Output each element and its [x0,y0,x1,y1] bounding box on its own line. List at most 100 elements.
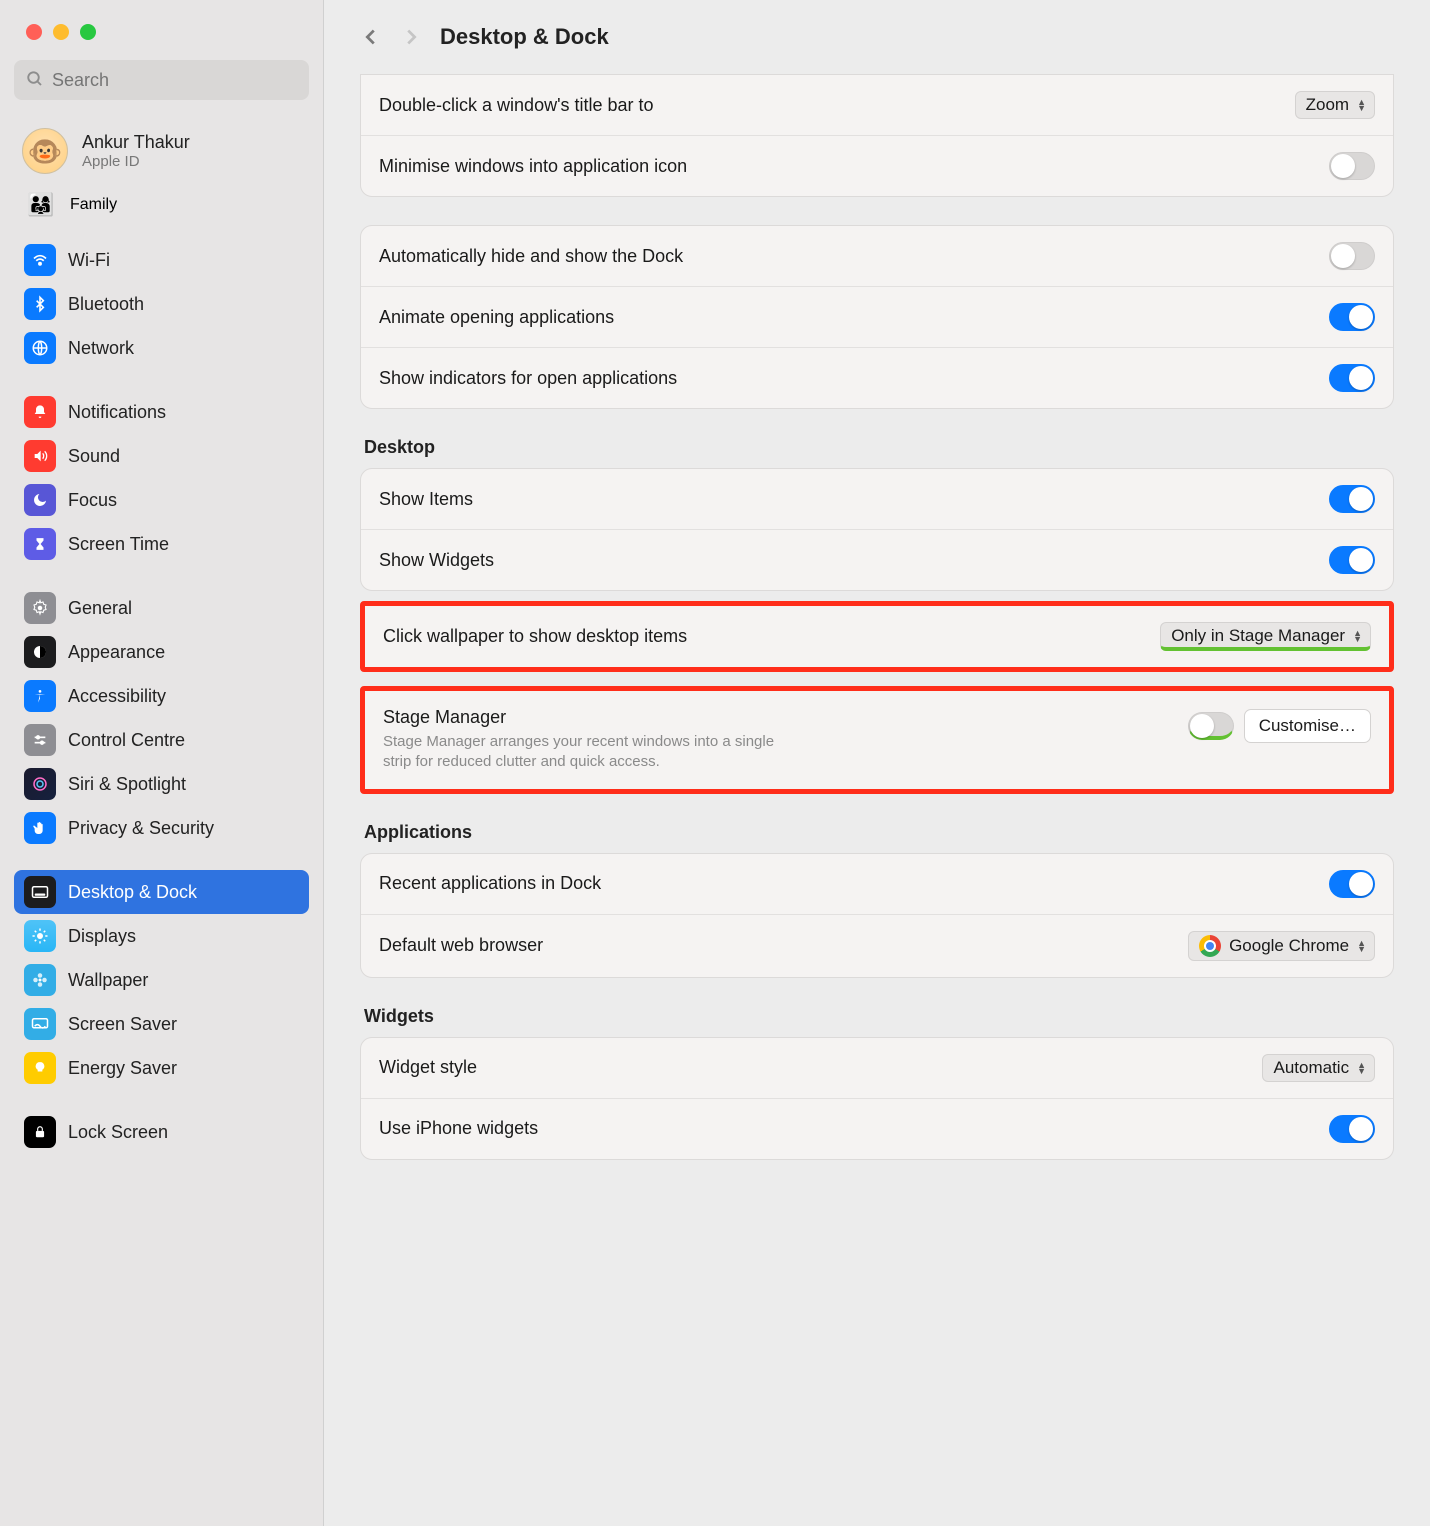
sidebar-item-focus[interactable]: Focus [14,478,309,522]
applications-panel: Recent applications in Dock Default web … [360,853,1394,978]
sidebar-item-wifi[interactable]: Wi-Fi [14,238,309,282]
hourglass-icon [24,528,56,560]
label: Show Items [379,489,1329,510]
row-click-wallpaper: Click wallpaper to show desktop items On… [365,606,1389,667]
sidebar-item-label: Accessibility [68,686,166,707]
flower-icon [24,964,56,996]
chrome-icon [1199,935,1221,957]
sidebar-item-label: Privacy & Security [68,818,214,839]
sidebar-item-energy[interactable]: Energy Saver [14,1046,309,1090]
show-items-toggle[interactable] [1329,485,1375,513]
avatar: 🐵 [22,128,68,174]
sidebar-item-screensaver[interactable]: Screen Saver [14,1002,309,1046]
sidebar-item-label: Lock Screen [68,1122,168,1143]
minimize-icon[interactable] [53,24,69,40]
label: Use iPhone widgets [379,1118,1329,1139]
default-browser-select[interactable]: Google Chrome ▲▼ [1188,931,1375,961]
double-click-select[interactable]: Zoom ▲▼ [1295,91,1375,119]
sidebar: 🐵 Ankur Thakur Apple ID 👨‍👩‍👧 Family Wi-… [0,0,324,1526]
main-pane: Desktop & Dock Double-click a window's t… [324,0,1430,1526]
sidebar-item-family[interactable]: 👨‍👩‍👧 Family [0,184,323,232]
select-value: Only in Stage Manager [1171,626,1345,646]
sidebar-item-controlcentre[interactable]: Control Centre [14,718,309,762]
sidebar-item-label: Bluetooth [68,294,144,315]
row-stage-manager: Stage Manager Stage Manager arranges you… [365,691,1389,789]
sidebar-item-label: Screen Saver [68,1014,177,1035]
row-iphone-widgets: Use iPhone widgets [361,1098,1393,1159]
row-minimise: Minimise windows into application icon [361,135,1393,196]
gear-icon [24,592,56,624]
fullscreen-icon[interactable] [80,24,96,40]
sidebar-item-wallpaper[interactable]: Wallpaper [14,958,309,1002]
minimise-toggle[interactable] [1329,152,1375,180]
sliders-icon [24,724,56,756]
sidebar-item-bluetooth[interactable]: Bluetooth [14,282,309,326]
sidebar-item-label: Wallpaper [68,970,148,991]
sidebar-item-sound[interactable]: Sound [14,434,309,478]
close-icon[interactable] [26,24,42,40]
animate-toggle[interactable] [1329,303,1375,331]
label: Animate opening applications [379,307,1329,328]
show-widgets-toggle[interactable] [1329,546,1375,574]
row-show-widgets: Show Widgets [361,529,1393,590]
sound-icon [24,440,56,472]
wifi-icon [24,244,56,276]
bluetooth-icon [24,288,56,320]
search-input[interactable] [14,60,309,100]
stage-manager-toggle[interactable] [1188,712,1234,740]
sidebar-item-label: Appearance [68,642,165,663]
sidebar-item-displays[interactable]: Displays [14,914,309,958]
forward-button[interactable] [400,26,422,48]
sidebar-item-accessibility[interactable]: Accessibility [14,674,309,718]
click-wallpaper-select[interactable]: Only in Stage Manager ▲▼ [1160,622,1371,651]
widgets-panel: Widget style Automatic ▲▼ Use iPhone wid… [360,1037,1394,1160]
row-indicators: Show indicators for open applications [361,347,1393,408]
select-value: Google Chrome [1229,936,1349,956]
label: Stage Manager [383,707,1176,728]
sidebar-item-general[interactable]: General [14,586,309,630]
row-double-click: Double-click a window's title bar to Zoo… [361,75,1393,135]
highlight-click-wallpaper: Click wallpaper to show desktop items On… [360,601,1394,672]
select-value: Zoom [1306,95,1349,115]
sidebar-item-label: Network [68,338,134,359]
recent-apps-toggle[interactable] [1329,870,1375,898]
row-recent-apps: Recent applications in Dock [361,854,1393,914]
back-button[interactable] [360,26,382,48]
highlight-stage-manager: Stage Manager Stage Manager arranges you… [360,686,1394,794]
bell-icon [24,396,56,428]
topbar: Desktop & Dock [360,0,1394,74]
sidebar-item-lockscreen[interactable]: Lock Screen [14,1110,309,1154]
dock-icon [24,876,56,908]
apple-id-row[interactable]: 🐵 Ankur Thakur Apple ID [0,110,323,184]
iphone-widgets-toggle[interactable] [1329,1115,1375,1143]
stage-manager-desc: Stage Manager arranges your recent windo… [383,732,803,773]
network-icon [24,332,56,364]
accessibility-icon [24,680,56,712]
bulb-icon [24,1052,56,1084]
sidebar-item-screentime[interactable]: Screen Time [14,522,309,566]
sidebar-item-siri[interactable]: Siri & Spotlight [14,762,309,806]
family-icon: 👨‍👩‍👧 [26,190,56,220]
sidebar-item-label: Wi-Fi [68,250,110,271]
widget-style-select[interactable]: Automatic ▲▼ [1262,1054,1375,1082]
screensaver-icon [24,1008,56,1040]
indicators-toggle[interactable] [1329,364,1375,392]
sidebar-item-appearance[interactable]: Appearance [14,630,309,674]
label: Default web browser [379,935,1188,956]
updown-icon: ▲▼ [1353,630,1362,642]
sidebar-item-label: Displays [68,926,136,947]
user-name: Ankur Thakur [82,132,190,153]
user-sub: Apple ID [82,153,190,170]
sidebar-item-label: Family [70,196,117,214]
autohide-toggle[interactable] [1329,242,1375,270]
sidebar-item-desktop-dock[interactable]: Desktop & Dock [14,870,309,914]
search-icon [26,70,44,88]
sidebar-item-label: Control Centre [68,730,185,751]
sidebar-item-label: Siri & Spotlight [68,774,186,795]
sidebar-item-network[interactable]: Network [14,326,309,370]
updown-icon: ▲▼ [1357,940,1366,952]
sidebar-item-privacy[interactable]: Privacy & Security [14,806,309,850]
sidebar-item-notifications[interactable]: Notifications [14,390,309,434]
label: Automatically hide and show the Dock [379,246,1329,267]
customise-button[interactable]: Customise… [1244,709,1371,743]
